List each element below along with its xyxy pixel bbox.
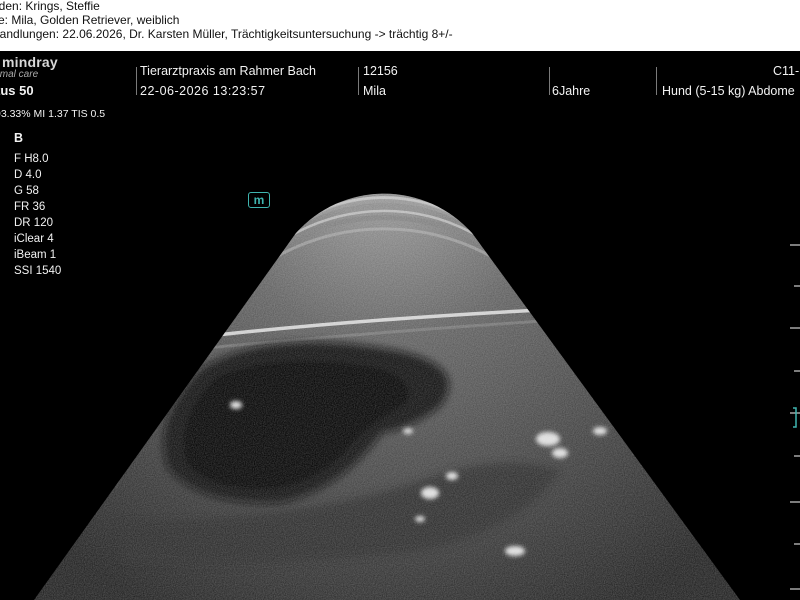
patient-record-header: nden: Krings, Steffie re: Mila, Golden R… xyxy=(0,0,800,51)
divider xyxy=(656,67,657,95)
divider xyxy=(136,67,137,95)
divider xyxy=(358,67,359,95)
exam-datetime: 22-06-2026 13:23:57 xyxy=(140,84,266,98)
param-dynamic-range: DR 120 xyxy=(14,217,53,229)
imaging-parameters: B F H8.0 D 4.0 G 58 FR 36 DR 120 iClear … xyxy=(14,130,61,279)
imaging-mode: B xyxy=(14,131,24,145)
treatments-line: handlungen: 22.06.2026, Dr. Karsten Müll… xyxy=(0,27,453,41)
patient-name: Mila xyxy=(363,84,386,98)
owner-line: nden: Krings, Steffie xyxy=(0,0,100,13)
patient-age: 6Jahre xyxy=(552,84,591,98)
brand-logo-sub: nimal care xyxy=(0,69,39,80)
param-ssi: SSI 1540 xyxy=(14,265,62,277)
orientation-marker-icon: m xyxy=(248,192,270,208)
ultrasound-image xyxy=(34,193,740,600)
param-ibeam: iBeam 1 xyxy=(14,249,57,261)
param-frame-rate: FR 36 xyxy=(14,201,46,213)
param-gain: G 58 xyxy=(14,185,39,197)
clinic-name: Tierarztpraxis am Rahmer Bach xyxy=(140,64,316,78)
param-frequency: F H8.0 xyxy=(14,153,49,165)
animal-line: re: Mila, Golden Retriever, weiblich xyxy=(0,13,180,27)
divider xyxy=(549,67,550,95)
exam-preset: Hund (5-15 kg) Abdome xyxy=(662,84,795,98)
param-iclear: iClear 4 xyxy=(14,233,54,245)
depth-scale xyxy=(790,244,800,590)
acoustic-safety-readout: 93.33% MI 1.37 TIS 0.5 xyxy=(0,108,106,120)
device-model: tus 50 xyxy=(0,83,34,98)
patient-id: 12156 xyxy=(363,64,398,78)
ultrasound-screen: mindray nimal care tus 50 Tierarztpraxis… xyxy=(0,51,800,600)
param-depth: D 4.0 xyxy=(14,169,42,181)
brand-logo: mindray xyxy=(2,54,58,70)
